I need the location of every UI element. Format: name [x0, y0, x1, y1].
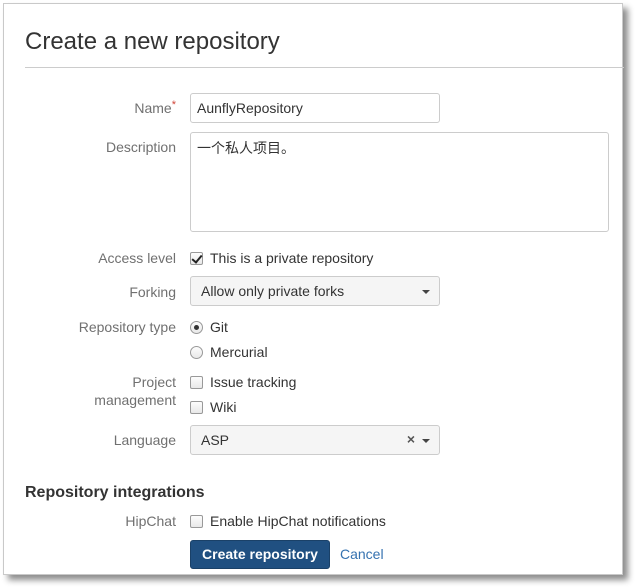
git-label: Git — [210, 319, 228, 335]
create-repository-panel: Create a new repository Name* AunflyRepo… — [3, 3, 624, 575]
chevron-down-icon — [422, 439, 430, 443]
required-marker: * — [171, 99, 176, 111]
wiki-label: Wiki — [210, 399, 237, 415]
forking-selected-value: Allow only private forks — [201, 283, 345, 299]
chevron-down-icon — [422, 290, 430, 294]
repo-type-mercurial-option[interactable]: Mercurial — [190, 343, 268, 361]
private-repository-option[interactable]: This is a private repository — [190, 249, 373, 267]
issue-tracking-checkbox[interactable] — [190, 376, 203, 389]
repo-type-git-option[interactable]: Git — [190, 318, 228, 336]
integrations-heading: Repository integrations — [25, 484, 205, 501]
mercurial-radio[interactable] — [190, 346, 203, 359]
cancel-link[interactable]: Cancel — [340, 546, 384, 562]
name-label: Name* — [134, 99, 176, 116]
create-repository-button[interactable]: Create repository — [190, 540, 330, 569]
description-textarea[interactable]: 一个私人项目。 — [190, 132, 609, 232]
wiki-checkbox[interactable] — [190, 401, 203, 414]
language-select[interactable]: ASP × — [190, 425, 440, 455]
issue-tracking-label: Issue tracking — [210, 374, 297, 390]
clear-icon[interactable]: × — [407, 431, 415, 447]
issue-tracking-option[interactable]: Issue tracking — [190, 373, 296, 391]
mercurial-label: Mercurial — [210, 344, 268, 360]
hipchat-label: HipChat — [125, 513, 176, 529]
hipchat-checkbox[interactable] — [190, 515, 203, 528]
project-management-label: Project management — [94, 374, 176, 408]
hipchat-option[interactable]: Enable HipChat notifications — [190, 512, 386, 530]
wiki-option[interactable]: Wiki — [190, 398, 236, 416]
forking-label: Forking — [129, 284, 176, 300]
title-divider — [25, 67, 624, 68]
language-label: Language — [113, 432, 176, 448]
repository-type-label: Repository type — [78, 319, 176, 335]
private-repository-label: This is a private repository — [210, 250, 374, 266]
forking-select[interactable]: Allow only private forks — [190, 276, 440, 306]
name-input[interactable]: AunflyRepository — [190, 93, 440, 123]
hipchat-option-label: Enable HipChat notifications — [210, 513, 386, 529]
language-selected-value: ASP — [201, 432, 230, 448]
git-radio[interactable] — [190, 321, 203, 334]
page-title: Create a new repository — [25, 28, 280, 55]
description-label: Description — [105, 139, 176, 155]
private-repository-checkbox[interactable] — [190, 252, 203, 265]
access-level-label: Access level — [98, 250, 176, 266]
